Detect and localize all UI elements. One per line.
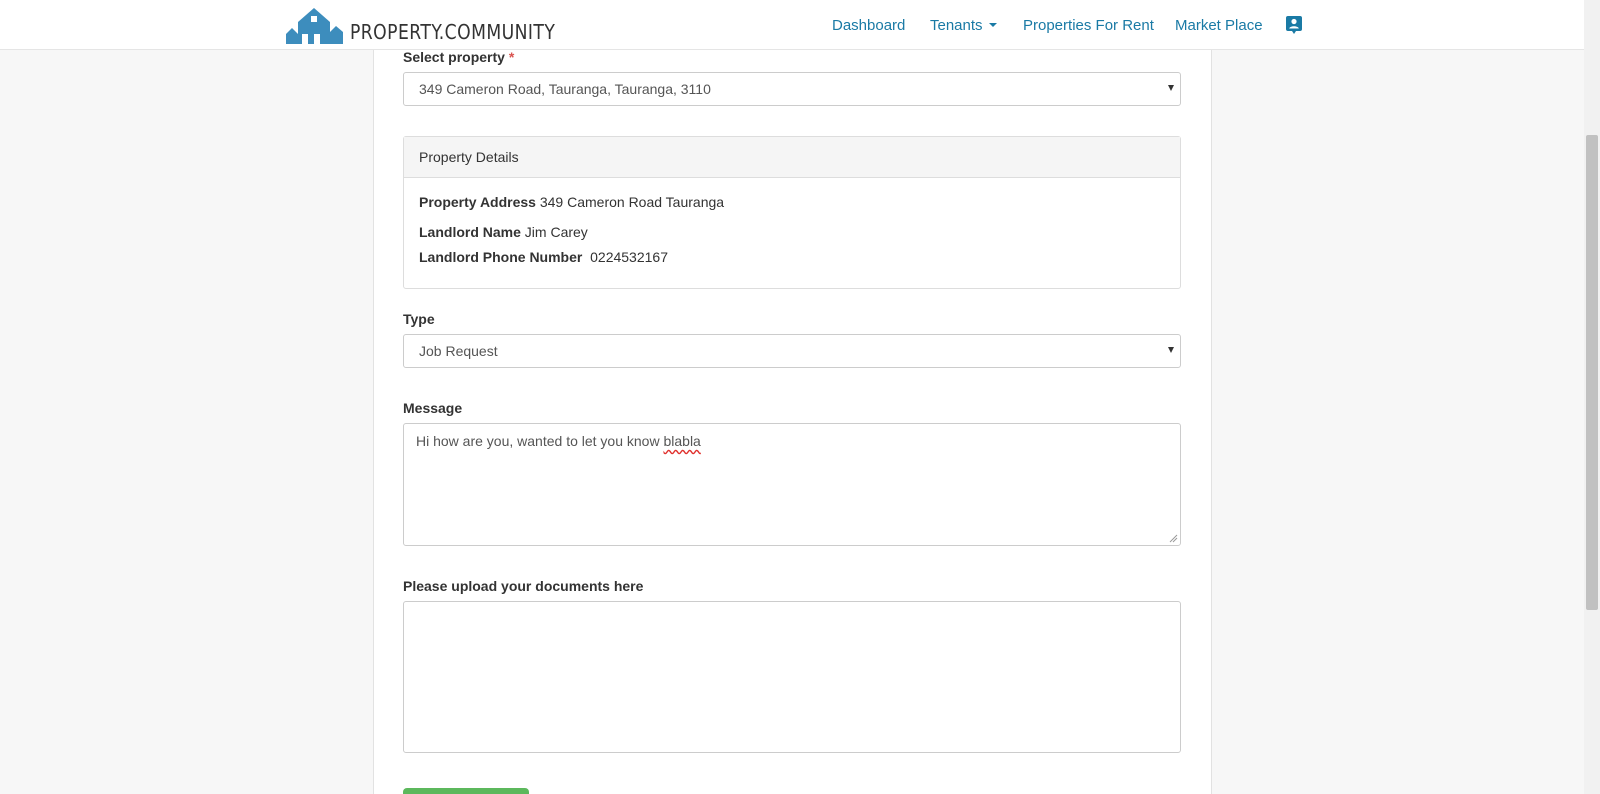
landlord-phone-label: Landlord Phone Number	[419, 249, 583, 265]
nav-market-place-label[interactable]: Market Place	[1175, 17, 1263, 34]
property-select[interactable]: 349 Cameron Road, Tauranga, Tauranga, 31…	[403, 72, 1181, 106]
property-address-label: Property Address	[419, 194, 536, 210]
document-upload-dropzone[interactable]	[403, 601, 1181, 753]
contact-card-icon[interactable]	[1286, 16, 1302, 34]
scrollbar-thumb[interactable]	[1586, 135, 1598, 610]
property-details-panel: Property Details Property Address 349 Ca…	[403, 136, 1181, 289]
profile-button[interactable]	[1286, 0, 1302, 50]
house-logo-icon	[286, 8, 343, 44]
top-navbar: PROPERTY.COMMUNITY Dashboard Tenants Pro…	[0, 0, 1584, 50]
property-address-row: Property Address 349 Cameron Road Tauran…	[419, 194, 724, 210]
nav-dashboard-label[interactable]: Dashboard	[832, 17, 905, 34]
type-select[interactable]: Job Request	[403, 334, 1181, 368]
type-label: Type	[403, 311, 435, 327]
landlord-phone-value: 0224532167	[590, 249, 668, 265]
nav-tenants-dropdown[interactable]: Tenants	[930, 0, 997, 50]
select-property-label-text: Select property	[403, 49, 505, 65]
type-select-value: Job Request	[419, 343, 498, 359]
property-details-heading: Property Details	[404, 137, 1180, 178]
message-text: Hi how are you, wanted to let you know	[416, 433, 664, 449]
brand-name: PROPERTY.COMMUNITY	[350, 20, 556, 44]
required-marker: *	[508, 49, 515, 65]
caret-down-icon	[988, 23, 997, 27]
property-address-value: 349 Cameron Road Tauranga	[539, 194, 725, 210]
upload-label: Please upload your documents here	[403, 578, 644, 594]
property-select-value: 349 Cameron Road, Tauranga, Tauranga, 31…	[419, 81, 711, 97]
landlord-name-row: Landlord Name Jim Carey	[419, 224, 588, 240]
page-scrollbar[interactable]	[1584, 0, 1600, 794]
submit-button[interactable]	[403, 788, 529, 794]
landlord-name-label: Landlord Name	[419, 224, 521, 240]
message-misspelled-word: blabla	[663, 433, 701, 449]
resize-handle-icon[interactable]	[1169, 534, 1178, 543]
landlord-phone-row: Landlord Phone Number 0224532167	[419, 249, 668, 265]
dropdown-arrow-icon	[1168, 347, 1174, 353]
brand-logo[interactable]: PROPERTY.COMMUNITY	[286, 4, 589, 44]
nav-dashboard[interactable]: Dashboard	[832, 0, 905, 50]
message-label: Message	[403, 400, 463, 416]
nav-properties-for-rent[interactable]: Properties For Rent	[1023, 0, 1154, 50]
landlord-name-value: Jim Carey	[524, 224, 588, 240]
message-textarea[interactable]: Hi how are you, wanted to let you know b…	[403, 423, 1181, 546]
nav-properties-for-rent-label[interactable]: Properties For Rent	[1023, 17, 1154, 34]
select-property-label: Select property *	[403, 49, 514, 65]
dropdown-arrow-icon	[1168, 85, 1174, 91]
nav-tenants-label[interactable]: Tenants	[930, 17, 983, 34]
nav-market-place[interactable]: Market Place	[1175, 0, 1263, 50]
